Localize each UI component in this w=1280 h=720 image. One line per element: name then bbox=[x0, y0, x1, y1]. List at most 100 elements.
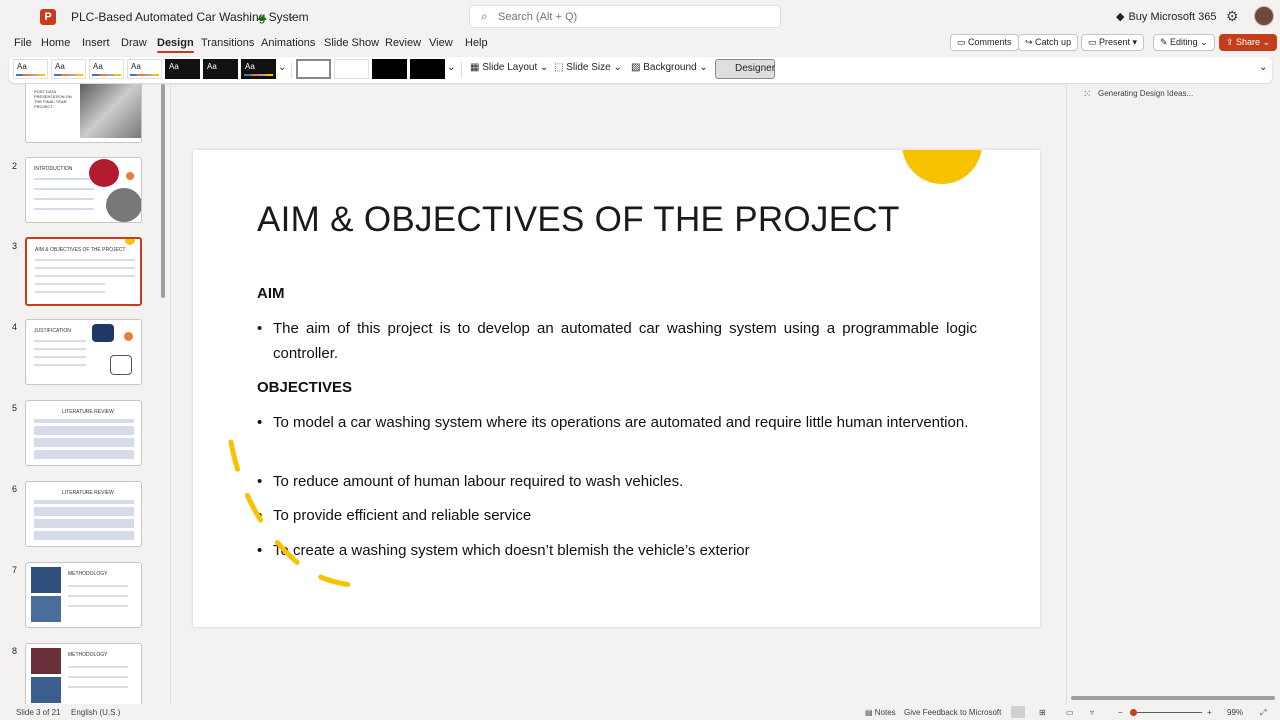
comments-label: Comments bbox=[968, 37, 1012, 47]
thumbnail-scrollbar[interactable] bbox=[161, 84, 165, 298]
catch-up-label: Catch up bbox=[1035, 37, 1072, 47]
zoom-in-button[interactable]: + bbox=[1207, 708, 1212, 717]
menu-insert[interactable]: Insert bbox=[82, 37, 110, 49]
theme-option[interactable]: Aa bbox=[89, 59, 124, 79]
slide-thumbnail-2[interactable]: INTRODUCTION bbox=[25, 157, 142, 223]
menu-slide-show[interactable]: Slide Show bbox=[324, 37, 379, 49]
theme-option[interactable]: Aa bbox=[13, 59, 48, 79]
editing-mode-button[interactable]: ✎ Editing ⌄ bbox=[1153, 34, 1215, 51]
layout-icon: ▦ bbox=[470, 62, 483, 73]
slide-thumbnail-6[interactable]: LITERATURE REVIEW bbox=[25, 481, 142, 547]
chevron-down-icon[interactable]: ⌄ bbox=[286, 9, 295, 22]
present-button[interactable]: ▭ Present ▾ bbox=[1081, 34, 1145, 51]
background-icon: ▨ bbox=[631, 62, 644, 73]
comment-icon: ▭ bbox=[957, 37, 969, 47]
zoom-level[interactable]: 99% bbox=[1227, 708, 1243, 717]
thumbnail-title: POST DATA PRESENTATION ON THE FINAL-YEAR… bbox=[34, 89, 72, 109]
editing-label: Editing bbox=[1170, 37, 1198, 47]
thumbnail-title: METHODOLOGY bbox=[68, 652, 108, 658]
thumbnail-title: AIM & OBJECTIVES OF THE PROJECT bbox=[35, 247, 126, 253]
slide-counter: Slide 3 of 21 bbox=[16, 708, 61, 717]
reading-view-icon[interactable]: ▭ bbox=[1066, 708, 1074, 717]
photo-image bbox=[31, 648, 61, 674]
theme-sample: Aa bbox=[17, 62, 27, 71]
thumbnail-title: LITERATURE REVIEW bbox=[62, 409, 114, 415]
search-box[interactable]: ⌕ bbox=[469, 5, 781, 28]
zoom-slider-thumb[interactable] bbox=[1130, 709, 1137, 716]
menu-transitions[interactable]: Transitions bbox=[201, 37, 254, 49]
themes-more-chevron-icon[interactable]: ⌄ bbox=[278, 62, 286, 73]
menu-help[interactable]: Help bbox=[465, 37, 488, 49]
table-preview bbox=[34, 419, 134, 459]
decor-dot bbox=[126, 172, 134, 180]
notes-button[interactable]: ▤ Notes bbox=[865, 708, 896, 717]
theme-option[interactable]: Aa bbox=[127, 59, 162, 79]
avatar[interactable] bbox=[1254, 6, 1274, 26]
photo-image bbox=[31, 596, 61, 622]
slide-thumbnail-7[interactable]: METHODOLOGY bbox=[25, 562, 142, 628]
menu-view[interactable]: View bbox=[429, 37, 453, 49]
theme-option[interactable]: Aa bbox=[51, 59, 86, 79]
menu-file[interactable]: File bbox=[14, 37, 32, 49]
coins-icon bbox=[110, 355, 132, 375]
background-button[interactable]: ▨ Background ⌄ bbox=[631, 62, 708, 73]
slide-thumbnail-1[interactable]: POST DATA PRESENTATION ON THE FINAL-YEAR… bbox=[25, 84, 142, 143]
ribbon-expand-chevron-icon[interactable]: ⌄ bbox=[1259, 62, 1267, 73]
catch-up-button[interactable]: ↪ Catch up bbox=[1018, 34, 1079, 51]
document-title[interactable]: PLC-Based Automated Car Washing System bbox=[71, 10, 309, 24]
slide-sorter-icon[interactable]: ⊞ bbox=[1039, 708, 1046, 717]
variant-option[interactable] bbox=[296, 59, 331, 79]
variant-option[interactable] bbox=[334, 59, 369, 79]
theme-option[interactable]: Aa bbox=[241, 59, 276, 79]
zoom-out-button[interactable]: − bbox=[1118, 708, 1123, 717]
decor-dot bbox=[124, 332, 133, 341]
theme-sample: Aa bbox=[55, 62, 65, 71]
cloud-saved-icon: ☁ bbox=[256, 11, 267, 23]
thumbnail-number: 7 bbox=[12, 565, 18, 575]
variants-more-chevron-icon[interactable]: ⌄ bbox=[447, 62, 455, 73]
thumbnail-title: JUSTIFICATION bbox=[34, 328, 71, 334]
menu-design[interactable]: Design bbox=[157, 37, 194, 53]
theme-option[interactable]: Aa bbox=[203, 59, 238, 79]
menu-review[interactable]: Review bbox=[385, 37, 421, 49]
slide-size-button[interactable]: ⬚ Slide Size ⌄ bbox=[554, 62, 622, 73]
ribbon-divider bbox=[291, 61, 292, 78]
slide-canvas[interactable]: AIM & OBJECTIVES OF THE PROJECT AIM • Th… bbox=[193, 150, 1040, 627]
background-label: Background bbox=[643, 62, 697, 73]
share-button[interactable]: ⇪ Share ⌄ bbox=[1219, 34, 1278, 51]
slide-thumbnail-8[interactable]: METHODOLOGY bbox=[25, 643, 142, 704]
car-image bbox=[80, 84, 141, 138]
slide-thumbnail-5[interactable]: LITERATURE REVIEW bbox=[25, 400, 142, 466]
menu-home[interactable]: Home bbox=[41, 37, 70, 49]
fit-slide-icon[interactable]: ⤢ bbox=[1260, 708, 1266, 718]
designer-button[interactable]: Designer bbox=[715, 59, 775, 79]
variant-option[interactable] bbox=[372, 59, 407, 79]
theme-sample: Aa bbox=[93, 62, 103, 71]
pencil-icon: ✎ bbox=[1160, 37, 1171, 47]
share-icon: ⇪ bbox=[1226, 37, 1237, 47]
powerpoint-logo-icon: P bbox=[40, 9, 56, 25]
menu-draw[interactable]: Draw bbox=[121, 37, 147, 49]
slide-layout-button[interactable]: ▦ Slide Layout ⌄ bbox=[470, 62, 548, 73]
theme-option[interactable]: Aa bbox=[165, 59, 200, 79]
language-indicator[interactable]: English (U.S.) bbox=[71, 708, 120, 717]
car-image bbox=[89, 159, 119, 187]
horizontal-scrollbar[interactable] bbox=[1071, 696, 1275, 700]
gear-icon[interactable]: ⚙ bbox=[1226, 8, 1239, 25]
catch-up-icon: ↪ bbox=[1025, 37, 1036, 47]
search-input[interactable] bbox=[498, 9, 768, 25]
menu-animations[interactable]: Animations bbox=[261, 37, 315, 49]
decor-circle bbox=[125, 239, 135, 245]
normal-view-button[interactable] bbox=[1011, 706, 1025, 718]
thumbnail-title: LITERATURE REVIEW bbox=[62, 490, 114, 496]
designer-pane: ⁙ Generating Design Ideas... bbox=[1066, 84, 1280, 704]
feedback-button[interactable]: Give Feedback to Microsoft bbox=[904, 708, 1001, 717]
slide-thumbnail-3[interactable]: AIM & OBJECTIVES OF THE PROJECT bbox=[25, 237, 142, 306]
slideshow-view-icon[interactable]: ▿ bbox=[1090, 708, 1094, 717]
buy-microsoft-365-button[interactable]: ◆ Buy Microsoft 365 bbox=[1116, 10, 1217, 23]
slide-thumbnail-4[interactable]: JUSTIFICATION bbox=[25, 319, 142, 385]
comments-button[interactable]: ▭ Comments bbox=[950, 34, 1019, 51]
zoom-slider[interactable] bbox=[1131, 712, 1202, 713]
variant-option[interactable] bbox=[410, 59, 445, 79]
buy-label: Buy Microsoft 365 bbox=[1128, 11, 1217, 23]
